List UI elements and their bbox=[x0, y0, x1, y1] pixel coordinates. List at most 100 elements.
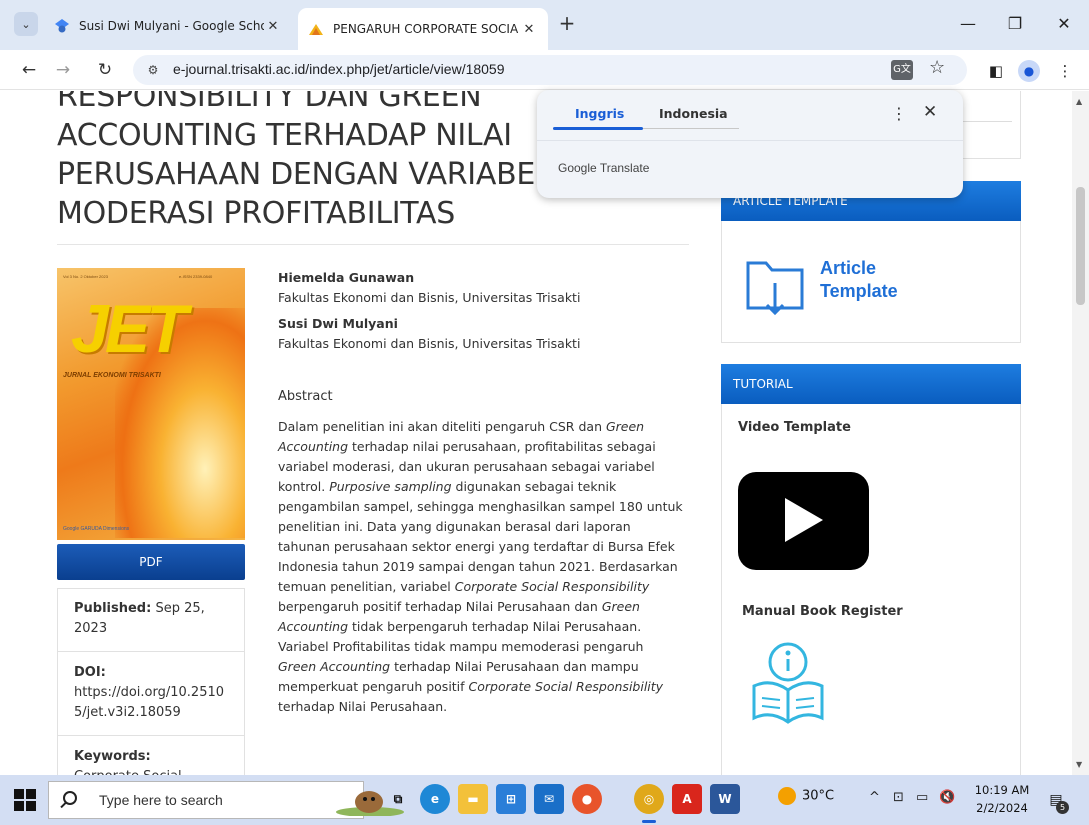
volume-muted-icon[interactable]: 🔇 bbox=[939, 790, 955, 805]
video-template-label: Video Template bbox=[738, 420, 851, 435]
abstract-line: terhadap Nilai Perusahaan. bbox=[278, 699, 448, 714]
notification-count-badge: 5 bbox=[1056, 801, 1069, 814]
tab-close-icon[interactable]: ✕ bbox=[520, 22, 538, 37]
selected-tab-indicator bbox=[553, 127, 643, 130]
side-panel-icon[interactable]: ◧ bbox=[985, 60, 1007, 82]
language-tab-indonesian[interactable]: Indonesia bbox=[659, 106, 728, 121]
tab-google-scholar[interactable]: Susi Dwi Mulyani - Google Scho ✕ bbox=[44, 9, 292, 43]
youtube-play-icon[interactable] bbox=[738, 472, 869, 570]
site-info-icon[interactable]: ⚙ bbox=[143, 61, 163, 79]
windows-taskbar: Type here to search ⧉ e ▬ ⊞ ✉ ● ◎ A W 30… bbox=[0, 775, 1089, 825]
author-list: Hiemelda Gunawan Fakultas Ekonomi dan Bi… bbox=[278, 268, 698, 354]
cover-issue: Vol 3 No. 2 Oktober 2023 bbox=[63, 274, 108, 279]
scroll-thumb[interactable] bbox=[1076, 187, 1085, 305]
doi-link[interactable]: 5/jet.v3i2.18059 bbox=[74, 703, 228, 723]
windows-start-icon[interactable] bbox=[14, 789, 36, 811]
google-translate-brand: Google Translate bbox=[558, 161, 650, 175]
mail-icon[interactable]: ✉ bbox=[534, 784, 564, 814]
article-template-link[interactable]: Article Template bbox=[744, 255, 904, 321]
file-explorer-icon[interactable]: ▬ bbox=[458, 784, 488, 814]
clock-time: 10:19 AM bbox=[974, 783, 1030, 797]
abstract-line: kontrol. Purposive sampling digunakan se… bbox=[278, 479, 617, 494]
tutorial-header: TUTORIAL bbox=[721, 364, 1021, 404]
author-affiliation: Fakultas Ekonomi dan Bisnis, Universitas… bbox=[278, 290, 581, 305]
acrobat-icon[interactable]: A bbox=[672, 784, 702, 814]
tab-search-icon[interactable]: ⌄ bbox=[14, 12, 38, 36]
translate-icon[interactable]: G文 bbox=[891, 60, 913, 80]
abstract-line: Dalam penelitian ini akan diteliti penga… bbox=[278, 419, 645, 434]
tab-title: PENGARUH CORPORATE SOCIA bbox=[333, 22, 519, 36]
firefox-icon[interactable]: ● bbox=[572, 784, 602, 814]
pdf-download-button[interactable]: PDF bbox=[57, 544, 245, 580]
author-name: Susi Dwi Mulyani bbox=[278, 316, 398, 331]
profile-icon[interactable]: ● bbox=[1018, 60, 1040, 82]
scroll-up-icon[interactable]: ▲ bbox=[1076, 97, 1082, 106]
tab-article[interactable]: PENGARUH CORPORATE SOCIA ✕ bbox=[298, 8, 548, 50]
cover-journal-name: JURNAL EKONOMI TRISAKTI bbox=[63, 372, 161, 379]
manual-book-label: Manual Book Register bbox=[742, 604, 903, 619]
published-section: Published: Sep 25, 2023 bbox=[58, 599, 244, 639]
article-template-text: Article Template bbox=[820, 257, 898, 303]
temperature: 30°C bbox=[802, 788, 835, 804]
article-template-word: Article bbox=[820, 258, 877, 278]
scholar-favicon-icon bbox=[55, 19, 69, 33]
network-icon[interactable]: ▭ bbox=[916, 790, 928, 805]
journal-favicon-icon bbox=[309, 24, 323, 35]
abstract-line: Green Accounting terhadap Nilai Perusaha… bbox=[278, 659, 639, 674]
keywords-section: Keywords: Corporate Social bbox=[58, 747, 244, 775]
divider bbox=[57, 244, 689, 245]
system-clock[interactable]: 10:19 AM 2/2/2024 bbox=[974, 781, 1030, 817]
title-line: MODERASI PROFITABILITAS bbox=[57, 196, 455, 231]
abstract-line: pengambilan sampel, sehingga menghasilka… bbox=[278, 499, 683, 514]
doi-link[interactable]: https://doi.org/10.2510 bbox=[74, 683, 228, 703]
more-menu-icon[interactable]: ⋮ bbox=[1054, 60, 1076, 82]
window-close-button[interactable]: ✕ bbox=[1044, 10, 1084, 38]
edge-icon[interactable]: e bbox=[420, 784, 450, 814]
article-meta-box: Published: Sep 25, 2023 DOI: https://doi… bbox=[57, 588, 245, 775]
close-icon[interactable]: ✕ bbox=[923, 102, 937, 122]
reload-icon[interactable]: ↻ bbox=[92, 57, 118, 83]
abstract-line: Indonesia tahun 2019 sampai dengan tahun… bbox=[278, 559, 678, 574]
article-template-box: Article Template bbox=[721, 221, 1021, 343]
page-scrollbar[interactable]: ▲ ▼ bbox=[1072, 91, 1089, 775]
weather-widget[interactable]: 30°C bbox=[778, 787, 834, 805]
restore-button[interactable]: ❐ bbox=[995, 10, 1035, 38]
author-affiliation: Fakultas Ekonomi dan Bisnis, Universitas… bbox=[278, 336, 581, 351]
keyword-item[interactable]: Corporate Social bbox=[74, 767, 228, 775]
abstract-line: temuan penelitian, variabel Corporate So… bbox=[278, 579, 650, 594]
meet-now-icon[interactable]: ⊡ bbox=[893, 790, 904, 805]
back-icon[interactable]: ← bbox=[16, 57, 42, 83]
doi-label: DOI: bbox=[74, 665, 106, 680]
cover-issn: e-ISSN 2339-0840 bbox=[179, 274, 213, 279]
tab-close-icon[interactable]: ✕ bbox=[264, 19, 282, 34]
scroll-down-icon[interactable]: ▼ bbox=[1076, 760, 1082, 769]
weather-icon bbox=[778, 787, 796, 805]
article-template-word: Template bbox=[820, 281, 898, 301]
task-view-icon[interactable]: ⧉ bbox=[383, 784, 413, 814]
journal-cover-image[interactable]: Vol 3 No. 2 Oktober 2023 e-ISSN 2339-084… bbox=[57, 268, 245, 540]
chrome-icon[interactable]: ◎ bbox=[634, 784, 664, 823]
keywords-label: Keywords: bbox=[74, 749, 151, 764]
folder-download-icon bbox=[746, 261, 804, 316]
bookmark-star-icon[interactable]: ☆ bbox=[929, 57, 945, 78]
abstract-line: penelitian ini. Data yang digunakan bera… bbox=[278, 519, 631, 534]
store-icon[interactable]: ⊞ bbox=[496, 784, 526, 814]
cover-index-logos: Google GARUDA Dimensions bbox=[63, 526, 130, 532]
cover-issue-text: Vol 3 No. 2 Oktober 2023 e-ISSN 2339-084… bbox=[63, 274, 212, 279]
language-tab-english[interactable]: Inggris bbox=[575, 106, 624, 121]
taskbar-search-box[interactable]: Type here to search bbox=[48, 781, 404, 819]
more-options-icon[interactable]: ⋮ bbox=[891, 104, 907, 123]
show-hidden-icons-icon[interactable]: ^ bbox=[869, 790, 880, 805]
translate-popup: Inggris Indonesia ⋮ ✕ Google Translate bbox=[537, 90, 963, 198]
minimize-button[interactable]: — bbox=[948, 10, 988, 38]
manual-book-icon[interactable] bbox=[750, 638, 826, 728]
word-icon[interactable]: W bbox=[710, 784, 740, 814]
new-tab-button[interactable]: + bbox=[555, 12, 579, 36]
abstract-line: berpengaruh positif terhadap Nilai Perus… bbox=[278, 599, 640, 614]
url-text[interactable]: e-journal.trisakti.ac.id/index.php/jet/a… bbox=[173, 61, 505, 77]
forward-icon[interactable]: → bbox=[50, 57, 76, 83]
address-bar[interactable]: ⚙ e-journal.trisakti.ac.id/index.php/jet… bbox=[133, 55, 967, 85]
tab-title: Susi Dwi Mulyani - Google Scho bbox=[79, 19, 264, 33]
abstract-line: Accounting terhadap nilai perusahaan, pr… bbox=[278, 439, 656, 454]
abstract-line: variabel moderasi, dan ukuran perusahaan… bbox=[278, 459, 655, 474]
